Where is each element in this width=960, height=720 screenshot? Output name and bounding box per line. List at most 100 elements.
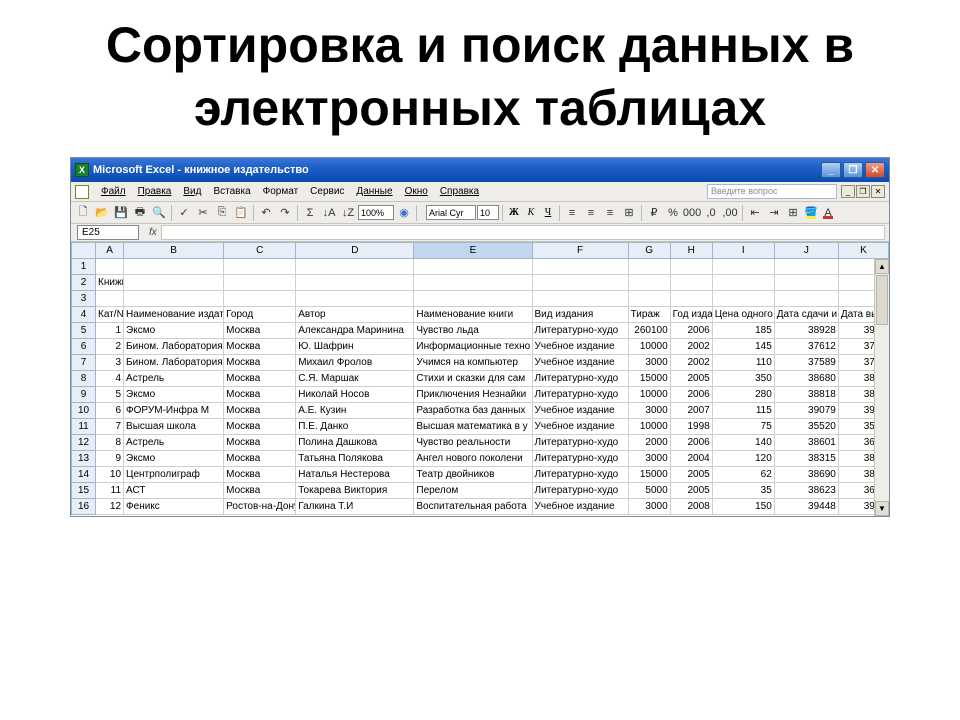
copy-icon[interactable]: ⎘ (213, 204, 231, 222)
col-header-A[interactable]: A (96, 243, 124, 259)
mdi-close[interactable]: ✕ (871, 185, 885, 198)
formula-input[interactable] (161, 225, 885, 240)
cell[interactable] (414, 291, 532, 307)
cell[interactable]: П.Е. Данко (296, 419, 414, 435)
bold-button[interactable]: Ж (506, 205, 522, 221)
cell[interactable]: Литературно-худо (532, 483, 628, 499)
row-header[interactable]: 15 (72, 483, 96, 499)
cell[interactable]: Бином. Лаборатория з (124, 339, 224, 355)
menu-format[interactable]: Формат (257, 184, 305, 199)
zoom-combo[interactable]: 100% (358, 205, 394, 220)
cell[interactable] (532, 259, 628, 275)
cell[interactable]: ФОРУМ-Инфра М (124, 403, 224, 419)
cell[interactable]: Тираж (628, 307, 670, 323)
cell[interactable]: 38601 (774, 435, 838, 451)
cell[interactable] (414, 259, 532, 275)
help-icon[interactable]: ◉ (395, 204, 413, 222)
cell[interactable]: Высшая школа (124, 419, 224, 435)
cell[interactable] (712, 291, 774, 307)
merge-icon[interactable]: ⊞ (620, 204, 638, 222)
borders-icon[interactable]: ⊞ (784, 204, 802, 222)
col-header-D[interactable]: D (296, 243, 414, 259)
cell[interactable]: Чувство реальности (414, 435, 532, 451)
align-left-icon[interactable]: ≡ (563, 204, 581, 222)
cell[interactable]: Николай Носов (296, 387, 414, 403)
cell[interactable]: Москва (224, 467, 296, 483)
fx-icon[interactable]: fx (149, 227, 157, 238)
minimize-button[interactable]: _ (821, 162, 841, 178)
col-header-I[interactable]: I (712, 243, 774, 259)
cell[interactable]: Москва (224, 419, 296, 435)
align-right-icon[interactable]: ≡ (601, 204, 619, 222)
cell[interactable]: Учебное издание (532, 419, 628, 435)
cell[interactable]: 37589 (774, 355, 838, 371)
cell[interactable] (124, 275, 224, 291)
cell[interactable]: 35 (712, 483, 774, 499)
cell[interactable]: Наталья Нестерова (296, 467, 414, 483)
decrease-indent-icon[interactable]: ⇤ (746, 204, 764, 222)
cell[interactable]: 110 (712, 355, 774, 371)
col-header-F[interactable]: F (532, 243, 628, 259)
cell[interactable]: Ростов-на-Дону (224, 499, 296, 515)
cell[interactable]: Бином. Лаборатория з (124, 355, 224, 371)
cell[interactable]: Учебное издание (532, 339, 628, 355)
cell[interactable]: Чувство льда (414, 323, 532, 339)
cell[interactable]: 260100 (628, 323, 670, 339)
cell[interactable]: Астрель (124, 371, 224, 387)
row-header[interactable]: 2 (72, 275, 96, 291)
cell[interactable]: Театр двойников (414, 467, 532, 483)
cell[interactable] (628, 275, 670, 291)
menu-help[interactable]: Справка (434, 184, 485, 199)
cell[interactable]: Ю. Шафрин (296, 339, 414, 355)
cell[interactable]: 115 (712, 403, 774, 419)
cell[interactable] (628, 291, 670, 307)
col-header-G[interactable]: G (628, 243, 670, 259)
menu-edit[interactable]: Правка (132, 184, 178, 199)
cell[interactable]: 9 (96, 451, 124, 467)
cell[interactable]: Литературно-худо (532, 371, 628, 387)
cell[interactable]: Литературно-худо (532, 323, 628, 339)
cell[interactable]: 350 (712, 371, 774, 387)
cell[interactable] (628, 259, 670, 275)
sort-desc-icon[interactable]: ↓Z (339, 204, 357, 222)
cell[interactable]: 38818 (774, 387, 838, 403)
ask-question-box[interactable]: Введите вопрос (707, 184, 837, 199)
col-header-C[interactable]: C (224, 243, 296, 259)
new-icon[interactable]: 🗋 (74, 204, 92, 222)
percent-icon[interactable]: % (664, 204, 682, 222)
cell[interactable]: 2006 (670, 435, 712, 451)
cell[interactable]: Дата сдачи и (774, 307, 838, 323)
cell[interactable]: Воспитательная работа (414, 499, 532, 515)
cell[interactable]: Год изда (670, 307, 712, 323)
cell[interactable] (96, 259, 124, 275)
col-header-E[interactable]: E (414, 243, 532, 259)
cell[interactable]: 38623 (774, 483, 838, 499)
sort-asc-icon[interactable]: ↓A (320, 204, 338, 222)
cell[interactable]: Литературно-худо (532, 435, 628, 451)
cell[interactable]: 5000 (628, 483, 670, 499)
menu-insert[interactable]: Вставка (207, 184, 256, 199)
cell[interactable]: 2005 (670, 483, 712, 499)
cell[interactable]: 3000 (628, 451, 670, 467)
cell[interactable] (532, 275, 628, 291)
row-header[interactable]: 7 (72, 355, 96, 371)
cell[interactable]: Высшая математика в у (414, 419, 532, 435)
cell[interactable]: 15000 (628, 467, 670, 483)
cell[interactable]: Информационные техно (414, 339, 532, 355)
col-header-J[interactable]: J (774, 243, 838, 259)
cell[interactable]: Учебное издание (532, 499, 628, 515)
cell[interactable]: Город (224, 307, 296, 323)
row-header[interactable]: 1 (72, 259, 96, 275)
increase-indent-icon[interactable]: ⇥ (765, 204, 783, 222)
preview-icon[interactable]: 🔍 (150, 204, 168, 222)
cell[interactable]: 185 (712, 323, 774, 339)
cell[interactable]: 4 (96, 371, 124, 387)
cell[interactable]: 39079 (774, 403, 838, 419)
cell[interactable]: Цена одного (712, 307, 774, 323)
cell[interactable]: 2004 (670, 451, 712, 467)
autosum-icon[interactable]: Σ (301, 204, 319, 222)
cell[interactable]: 10 (96, 467, 124, 483)
open-icon[interactable]: 📂 (93, 204, 111, 222)
cell[interactable]: 39448 (774, 499, 838, 515)
align-center-icon[interactable]: ≡ (582, 204, 600, 222)
